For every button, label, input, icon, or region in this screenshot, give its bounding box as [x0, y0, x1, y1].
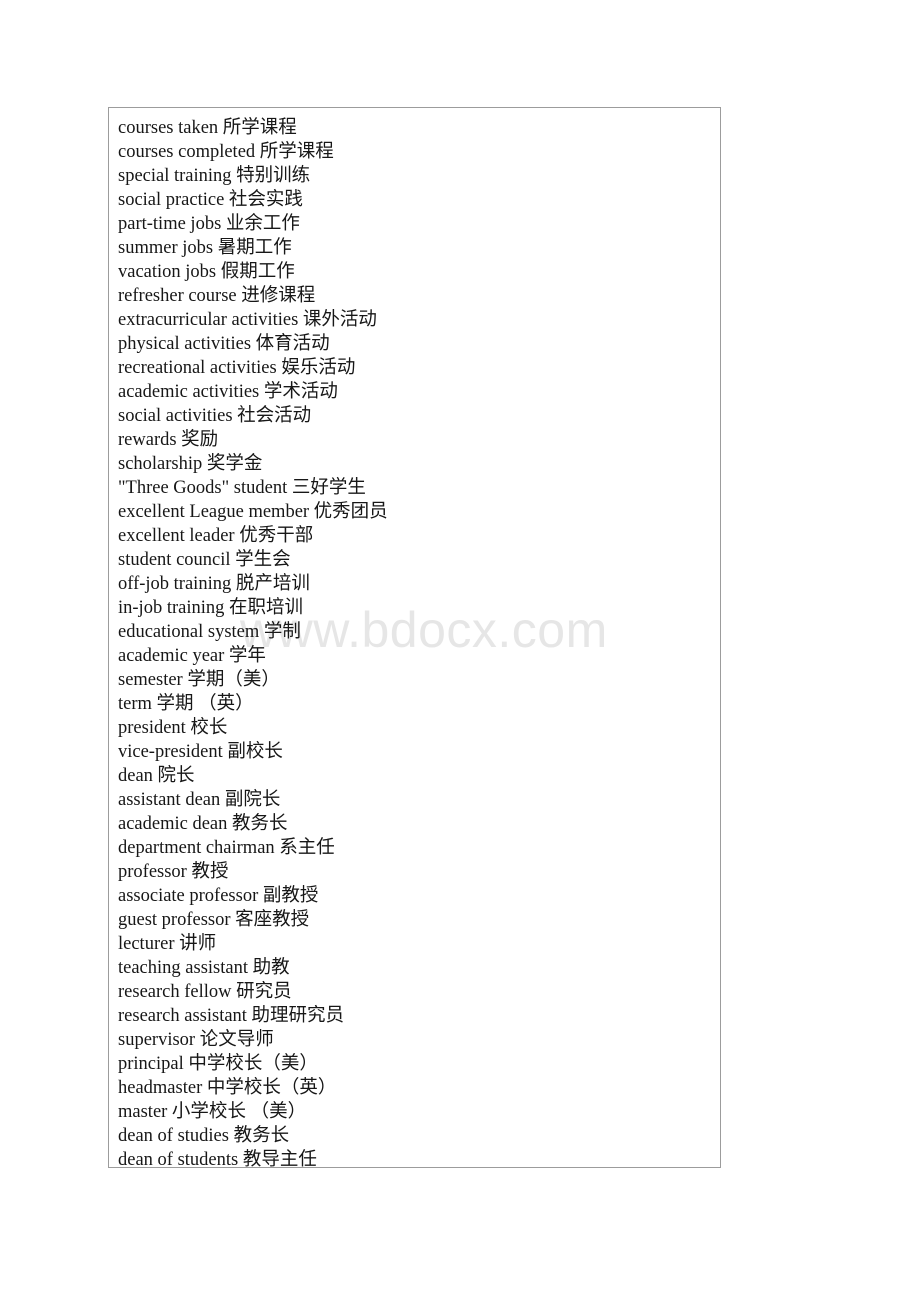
glossary-entry: social practice 社会实践 — [118, 190, 303, 210]
glossary-entry: rewards 奖励 — [118, 430, 219, 450]
glossary-entry: dean of students 教导主任 — [118, 1150, 317, 1170]
glossary-entry: social activities 社会活动 — [118, 406, 312, 426]
glossary-entry: president 校长 — [118, 718, 228, 738]
glossary-entry: dean 院长 — [118, 766, 195, 786]
glossary-entry: part-time jobs 业余工作 — [118, 214, 300, 234]
glossary-entry: academic activities 学术活动 — [118, 382, 338, 402]
glossary-entry: courses completed 所学课程 — [118, 142, 334, 162]
glossary-entry: excellent leader 优秀干部 — [118, 526, 314, 546]
glossary-entry: term 学期 （英） — [118, 694, 254, 714]
glossary-entry: dean of studies 教务长 — [118, 1126, 290, 1146]
glossary-entry: principal 中学校长（美） — [118, 1054, 318, 1074]
glossary-entry: research fellow 研究员 — [118, 982, 292, 1002]
glossary-entry: guest professor 客座教授 — [118, 910, 310, 930]
glossary-entry: student council 学生会 — [118, 550, 291, 570]
glossary-entry: associate professor 副教授 — [118, 886, 319, 906]
glossary-entry: summer jobs 暑期工作 — [118, 238, 292, 258]
glossary-entry: "Three Goods" student 三好学生 — [118, 478, 366, 498]
glossary-entry: academic dean 教务长 — [118, 814, 288, 834]
glossary-entry: teaching assistant 助教 — [118, 958, 290, 978]
glossary-entry: extracurricular activities 课外活动 — [118, 310, 377, 330]
glossary-entry: excellent League member 优秀团员 — [118, 502, 388, 522]
glossary-entry: department chairman 系主任 — [118, 838, 335, 858]
document-page: www.bdocx.com courses taken 所学课程 courses … — [0, 0, 920, 1302]
glossary-entry: courses taken 所学课程 — [118, 118, 297, 138]
glossary-entry: scholarship 奖学金 — [118, 454, 263, 474]
glossary-entry: refresher course 进修课程 — [118, 286, 316, 306]
glossary-entry: vacation jobs 假期工作 — [118, 262, 295, 282]
glossary-box: courses taken 所学课程 courses completed 所学课程… — [108, 107, 721, 1170]
glossary-entry: off-job training 脱产培训 — [118, 574, 310, 594]
glossary-entry: vice-president 副校长 — [118, 742, 283, 762]
glossary-entry: physical activities 体育活动 — [118, 334, 330, 354]
glossary-entry: headmaster 中学校长（英） — [118, 1078, 337, 1098]
glossary-entry: special training 特别训练 — [118, 166, 311, 186]
glossary-entry: recreational activities 娱乐活动 — [118, 358, 356, 378]
glossary-entry: research assistant 助理研究员 — [118, 1006, 345, 1026]
glossary-entry: semester 学期（美） — [118, 670, 280, 690]
glossary-entry: professor 教授 — [118, 862, 229, 882]
glossary-list: courses taken 所学课程 courses completed 所学课程… — [109, 108, 720, 1172]
glossary-entry: educational system 学制 — [118, 622, 301, 642]
glossary-entry: academic year 学年 — [118, 646, 266, 666]
glossary-entry: in-job training 在职培训 — [118, 598, 303, 618]
glossary-entry: master 小学校长 （美） — [118, 1102, 307, 1122]
glossary-entry: lecturer 讲师 — [118, 934, 217, 954]
glossary-entry: supervisor 论文导师 — [118, 1030, 274, 1050]
glossary-entry: assistant dean 副院长 — [118, 790, 281, 810]
